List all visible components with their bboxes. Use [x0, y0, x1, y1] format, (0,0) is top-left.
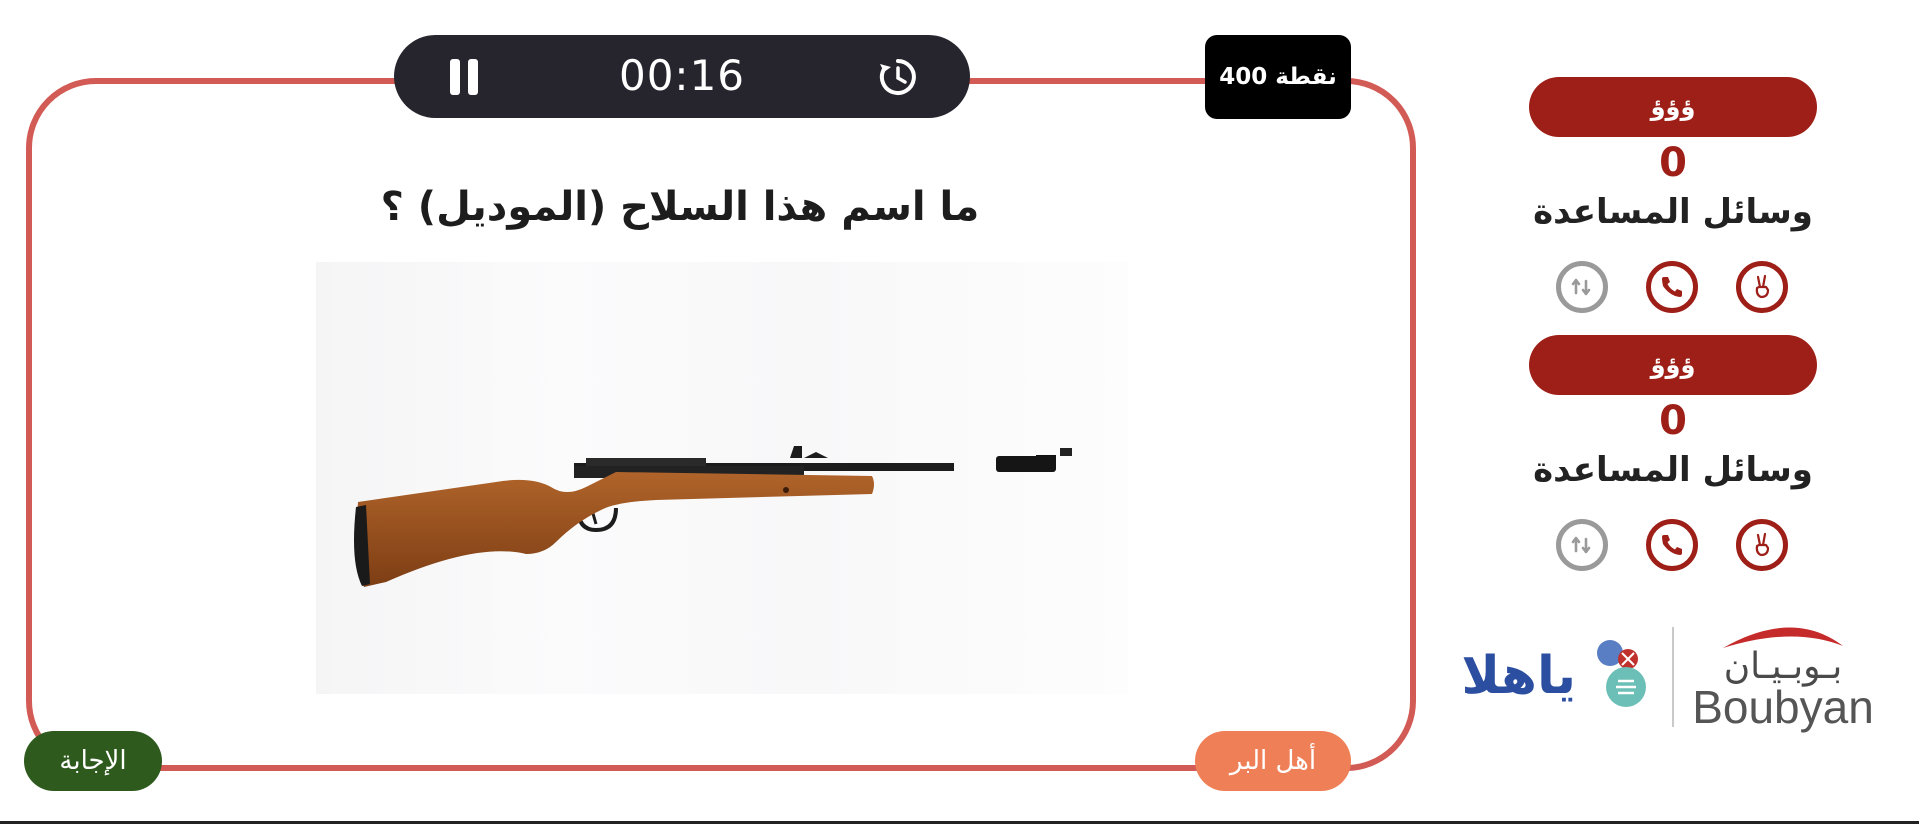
phone-icon: [1662, 277, 1682, 297]
victory-hand-icon: [1755, 274, 1770, 299]
boubyan-logo-english: Boubyan: [1692, 681, 1874, 733]
team-2-name: ؤؤؤ: [1529, 335, 1817, 395]
logo-divider: [1672, 627, 1674, 727]
rifle-image: [354, 446, 1072, 587]
timer-bar: 00:16: [394, 35, 970, 118]
team-2-aid-phone[interactable]: [1646, 519, 1698, 571]
swap-icon: [1571, 536, 1591, 554]
team-1-aid-phone[interactable]: [1646, 261, 1698, 313]
answer-button[interactable]: الإجابة: [24, 731, 162, 791]
question-text: ما اسم هذا السلاح (الموديل) ؟: [380, 184, 980, 230]
question-image: [316, 262, 1128, 694]
team-2-aid-victory[interactable]: [1736, 519, 1788, 571]
swap-icon: [1571, 278, 1591, 296]
team-2-score: 0: [1659, 398, 1687, 444]
team-1-name: ؤؤؤ: [1529, 77, 1817, 137]
team-1-aids-label: وسائل المساعدة: [1533, 192, 1813, 232]
current-team-tag[interactable]: أهل البر: [1195, 731, 1351, 791]
team-2-aid-swap[interactable]: [1556, 519, 1608, 571]
history-icon: [879, 59, 916, 95]
team-2-aids-label: وسائل المساعدة: [1533, 450, 1813, 490]
victory-hand-icon: [1755, 532, 1770, 557]
team-1-aid-victory[interactable]: [1736, 261, 1788, 313]
phone-icon: [1662, 535, 1682, 555]
points-badge: 400 نقطة: [1205, 35, 1351, 119]
yahala-logo-icon: [1597, 640, 1646, 707]
reset-timer-button[interactable]: [878, 57, 918, 97]
team-1-score: 0: [1659, 140, 1687, 186]
team-1-aid-swap[interactable]: [1556, 261, 1608, 313]
